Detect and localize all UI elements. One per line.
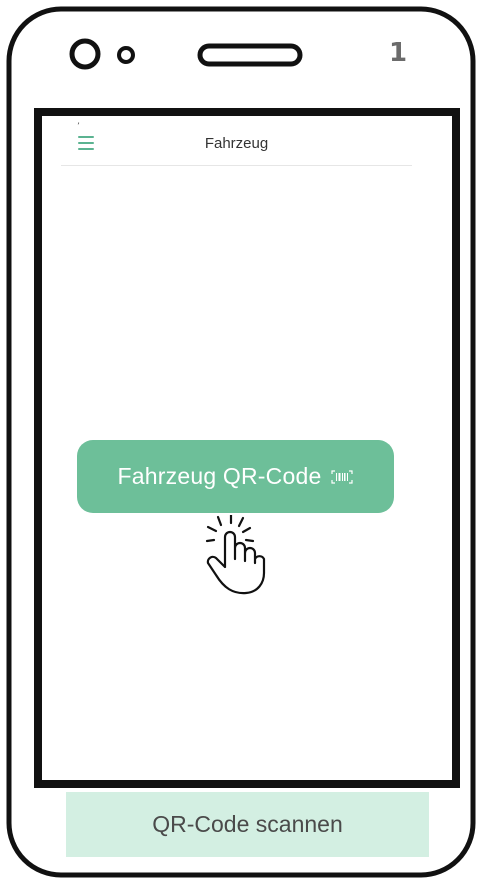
step-caption: QR-Code scannen [66,792,429,857]
app-header: ʼ Fahrzeug [61,117,412,166]
status-glyph: ʼ [77,122,80,132]
page-title: Fahrzeug [204,135,269,152]
tap-hand-icon [205,515,266,595]
speaker-slot [197,43,303,67]
vehicle-qr-code-button[interactable]: Fahrzeug QR-Code [77,440,394,513]
camera-lens-small [117,46,135,64]
qr-button-label: Fahrzeug QR-Code [117,463,322,489]
camera-lens-large [69,38,101,70]
step-number: 1 [388,38,408,68]
barcode-scan-icon [331,469,354,484]
phone-screen: ʼ Fahrzeug Fahrzeug QR-Code [43,117,449,780]
